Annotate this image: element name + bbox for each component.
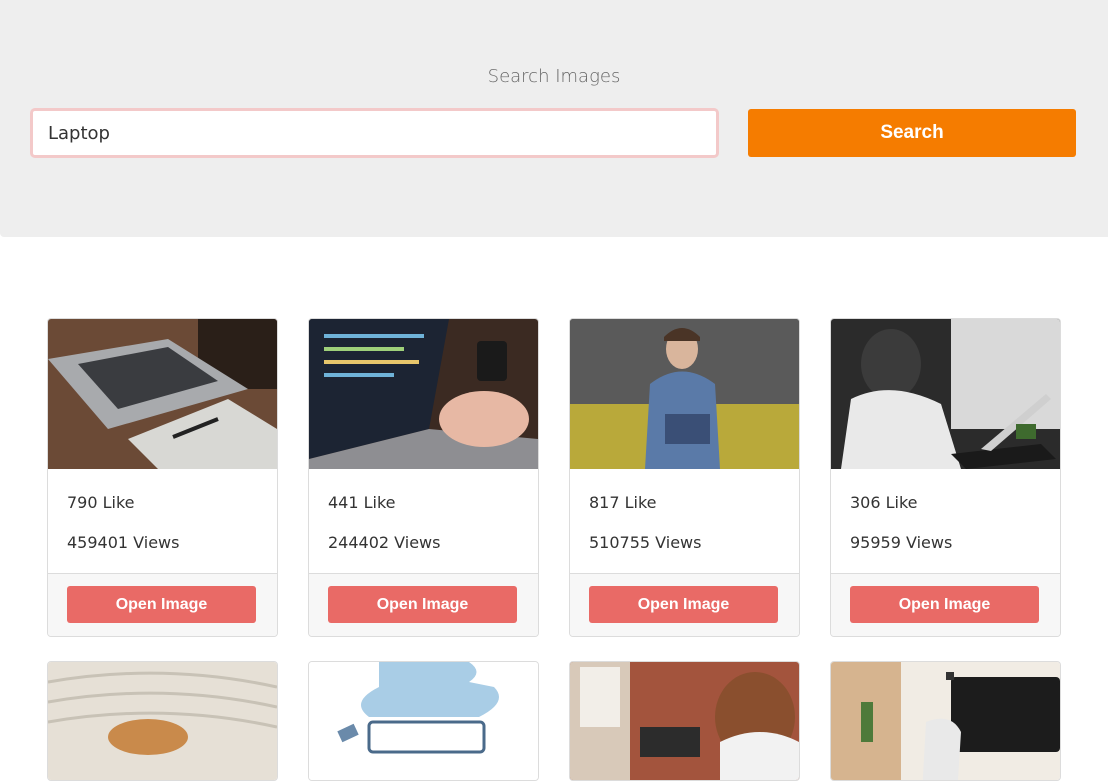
image-thumbnail[interactable] xyxy=(309,319,538,469)
search-button[interactable]: Search xyxy=(748,109,1076,157)
image-thumbnail[interactable] xyxy=(831,319,1060,469)
views-count: 244402 Views xyxy=(328,533,441,552)
image-card: 817 Like 510755 Views Open Image xyxy=(569,318,800,637)
likes-count: 441 Like xyxy=(328,493,396,512)
open-image-button[interactable]: Open Image xyxy=(67,586,256,623)
views-count: 95959 Views xyxy=(850,533,953,552)
image-card xyxy=(47,661,278,781)
open-image-button[interactable]: Open Image xyxy=(589,586,778,623)
search-title: Search Images xyxy=(487,66,621,87)
image-thumbnail[interactable] xyxy=(48,662,277,780)
likes-count: 817 Like xyxy=(589,493,657,512)
image-card xyxy=(569,661,800,781)
image-card xyxy=(830,661,1061,781)
open-image-button[interactable]: Open Image xyxy=(850,586,1039,623)
image-thumbnail[interactable] xyxy=(570,319,799,469)
search-panel: Search Images Search xyxy=(0,0,1108,237)
image-thumbnail[interactable] xyxy=(831,662,1060,780)
image-thumbnail[interactable] xyxy=(48,319,277,469)
image-thumbnail[interactable] xyxy=(309,662,538,780)
views-count: 510755 Views xyxy=(589,533,702,552)
image-card: 441 Like 244402 Views Open Image xyxy=(308,318,539,637)
image-card: 790 Like 459401 Views Open Image xyxy=(47,318,278,637)
search-input[interactable] xyxy=(30,108,719,158)
views-count: 459401 Views xyxy=(67,533,180,552)
image-thumbnail[interactable] xyxy=(570,662,799,780)
image-card: 306 Like 95959 Views Open Image xyxy=(830,318,1061,637)
open-image-button[interactable]: Open Image xyxy=(328,586,517,623)
likes-count: 790 Like xyxy=(67,493,135,512)
image-card xyxy=(308,661,539,781)
likes-count: 306 Like xyxy=(850,493,918,512)
